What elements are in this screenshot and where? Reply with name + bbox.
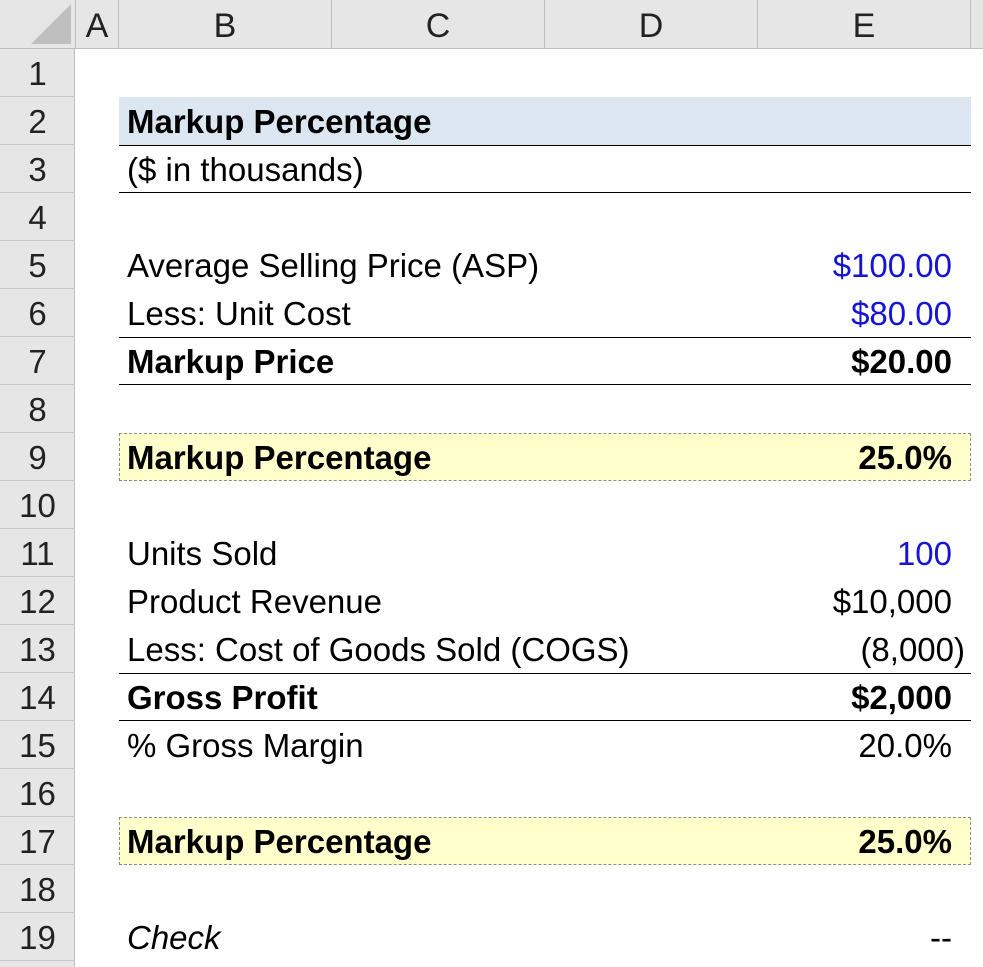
select-all-corner[interactable] [0, 0, 76, 48]
markup-price-value[interactable]: $20.00 [851, 338, 952, 386]
markup-percentage-value-2[interactable]: 25.0% [858, 818, 952, 866]
units-sold-label[interactable]: Units Sold [127, 530, 277, 578]
row-header-column: 1 2 3 4 5 6 7 8 9 10 11 12 13 14 15 16 1… [0, 49, 75, 967]
markup-price-label[interactable]: Markup Price [127, 338, 334, 386]
cogs-value[interactable]: (8,000) [860, 626, 965, 674]
row-header-12[interactable]: 12 [0, 577, 75, 625]
row-header-4[interactable]: 4 [0, 193, 75, 241]
units-sold-value[interactable]: 100 [897, 530, 952, 578]
markup-percentage-value-1[interactable]: 25.0% [858, 434, 952, 482]
row-header-14[interactable]: 14 [0, 673, 75, 721]
check-label[interactable]: Check [127, 914, 221, 962]
select-all-triangle-icon [31, 4, 71, 44]
product-revenue-value[interactable]: $10,000 [833, 578, 952, 626]
gross-profit-value[interactable]: $2,000 [851, 674, 952, 722]
row-header-15[interactable]: 15 [0, 721, 75, 769]
column-header-d[interactable]: D [545, 0, 758, 48]
row-header-8[interactable]: 8 [0, 385, 75, 433]
row-header-19[interactable]: 19 [0, 913, 75, 961]
row-header-11[interactable]: 11 [0, 529, 75, 577]
product-revenue-label[interactable]: Product Revenue [127, 578, 382, 626]
units-note[interactable]: ($ in thousands) [127, 146, 364, 194]
column-header-c[interactable]: C [332, 0, 545, 48]
cogs-label[interactable]: Less: Cost of Goods Sold (COGS) [127, 626, 630, 674]
row-header-3[interactable]: 3 [0, 145, 75, 193]
asp-value[interactable]: $100.00 [833, 242, 952, 290]
unit-cost-label[interactable]: Less: Unit Cost [127, 290, 351, 338]
column-header-b[interactable]: B [119, 0, 332, 48]
gross-margin-value[interactable]: 20.0% [858, 722, 952, 770]
asp-label[interactable]: Average Selling Price (ASP) [127, 242, 539, 290]
column-header-e[interactable]: E [758, 0, 971, 48]
row-header-7[interactable]: 7 [0, 337, 75, 385]
gross-profit-label[interactable]: Gross Profit [127, 674, 318, 722]
gross-margin-label[interactable]: % Gross Margin [127, 722, 364, 770]
column-header-a[interactable]: A [76, 0, 119, 48]
row-header-16[interactable]: 16 [0, 769, 75, 817]
column-header-row: A B C D E [0, 0, 983, 49]
row-header-5[interactable]: 5 [0, 241, 75, 289]
row-header-17[interactable]: 17 [0, 817, 75, 865]
markup-percentage-label-2[interactable]: Markup Percentage [127, 818, 431, 866]
unit-cost-value[interactable]: $80.00 [851, 290, 952, 338]
markup-percentage-label-1[interactable]: Markup Percentage [127, 434, 431, 482]
row-header-18[interactable]: 18 [0, 865, 75, 913]
row-header-13[interactable]: 13 [0, 625, 75, 673]
row-header-1[interactable]: 1 [0, 49, 75, 97]
sheet-title[interactable]: Markup Percentage [127, 98, 431, 146]
row-header-2[interactable]: 2 [0, 97, 75, 145]
check-value[interactable]: -- [930, 914, 952, 962]
row-header-6[interactable]: 6 [0, 289, 75, 337]
row-header-10[interactable]: 10 [0, 481, 75, 529]
row-header-9[interactable]: 9 [0, 433, 75, 481]
